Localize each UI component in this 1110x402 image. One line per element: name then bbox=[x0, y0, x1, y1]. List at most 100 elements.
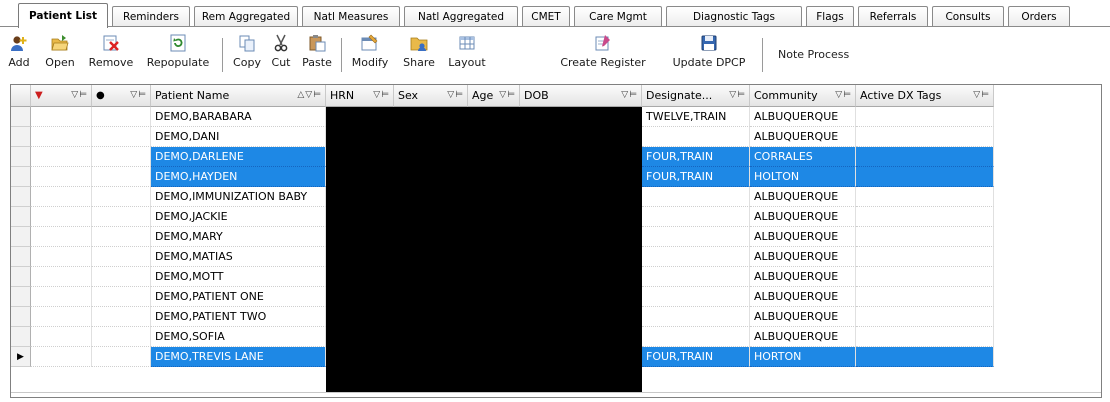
alert-cell[interactable] bbox=[92, 307, 151, 327]
designated-provider-cell[interactable] bbox=[642, 227, 750, 247]
filter-pin-icon[interactable]: ▽⊨ bbox=[621, 90, 638, 100]
alert-column-header[interactable]: ● ▽⊨ bbox=[92, 85, 151, 107]
active-dx-tags-cell[interactable] bbox=[856, 307, 994, 327]
create-register-button[interactable]: Create Register bbox=[560, 30, 653, 76]
tab-flags[interactable]: Flags bbox=[806, 6, 854, 27]
alert-cell[interactable] bbox=[92, 227, 151, 247]
flag-cell[interactable] bbox=[31, 127, 92, 147]
designated-provider-cell[interactable]: FOUR,TRAIN bbox=[642, 167, 750, 187]
tab-care-mgmt[interactable]: Care Mgmt bbox=[574, 6, 662, 27]
designated-provider-cell[interactable] bbox=[642, 187, 750, 207]
flag-cell[interactable] bbox=[31, 187, 92, 207]
flag-cell[interactable] bbox=[31, 327, 92, 347]
patient-name-cell[interactable]: DEMO,MARY bbox=[151, 227, 326, 247]
tab-natl-aggregated[interactable]: Natl Aggregated bbox=[404, 6, 518, 27]
row-indicator[interactable] bbox=[11, 267, 31, 287]
patient-name-cell[interactable]: DEMO,HAYDEN bbox=[151, 167, 326, 187]
alert-cell[interactable] bbox=[92, 207, 151, 227]
active-dx-tags-cell[interactable] bbox=[856, 107, 994, 127]
note-process-button[interactable]: Note Process bbox=[778, 48, 849, 61]
row-indicator[interactable] bbox=[11, 287, 31, 307]
column-header-community[interactable]: Community ▽⊨ bbox=[750, 85, 856, 107]
community-cell[interactable]: CORRALES bbox=[750, 147, 856, 167]
active-dx-tags-cell[interactable] bbox=[856, 287, 994, 307]
designated-provider-cell[interactable] bbox=[642, 267, 750, 287]
patient-name-cell[interactable]: DEMO,IMMUNIZATION BABY bbox=[151, 187, 326, 207]
filter-pin-icon[interactable]: ▽⊨ bbox=[373, 90, 390, 100]
alert-cell[interactable] bbox=[92, 147, 151, 167]
alert-cell[interactable] bbox=[92, 287, 151, 307]
designated-provider-cell[interactable] bbox=[642, 287, 750, 307]
row-indicator[interactable] bbox=[11, 127, 31, 147]
row-indicator[interactable] bbox=[11, 147, 31, 167]
row-indicator[interactable] bbox=[11, 207, 31, 227]
column-header-dob[interactable]: DOB ▽⊨ bbox=[520, 85, 642, 107]
tab-natl-measures[interactable]: Natl Measures bbox=[302, 6, 400, 27]
modify-button[interactable]: Modify bbox=[347, 30, 393, 76]
active-dx-tags-cell[interactable] bbox=[856, 247, 994, 267]
patient-name-cell[interactable]: DEMO,MOTT bbox=[151, 267, 326, 287]
row-indicator[interactable] bbox=[11, 107, 31, 127]
active-dx-tags-cell[interactable] bbox=[856, 167, 994, 187]
repopulate-button[interactable]: Repopulate bbox=[142, 30, 214, 76]
active-dx-tags-cell[interactable] bbox=[856, 227, 994, 247]
patient-name-cell[interactable]: DEMO,DARLENE bbox=[151, 147, 326, 167]
flag-cell[interactable] bbox=[31, 167, 92, 187]
community-cell[interactable]: HOLTON bbox=[750, 167, 856, 187]
row-indicator[interactable] bbox=[11, 307, 31, 327]
row-indicator[interactable] bbox=[11, 167, 31, 187]
column-header-designated[interactable]: Designate... ▽⊨ bbox=[642, 85, 750, 107]
community-cell[interactable]: ALBUQUERQUE bbox=[750, 307, 856, 327]
alert-cell[interactable] bbox=[92, 347, 151, 367]
community-cell[interactable]: ALBUQUERQUE bbox=[750, 127, 856, 147]
current-row-indicator[interactable]: ▶ bbox=[11, 347, 31, 367]
alert-cell[interactable] bbox=[92, 187, 151, 207]
cut-button[interactable]: Cut bbox=[269, 30, 293, 76]
flag-cell[interactable] bbox=[31, 207, 92, 227]
tab-rem-aggregated[interactable]: Rem Aggregated bbox=[194, 6, 298, 27]
active-dx-tags-cell[interactable] bbox=[856, 207, 994, 227]
tab-diagnostic-tags[interactable]: Diagnostic Tags bbox=[666, 6, 802, 27]
alert-cell[interactable] bbox=[92, 327, 151, 347]
community-cell[interactable]: ALBUQUERQUE bbox=[750, 107, 856, 127]
filter-pin-icon[interactable]: ▽⊨ bbox=[835, 90, 852, 100]
flag-cell[interactable] bbox=[31, 147, 92, 167]
tab-referrals[interactable]: Referrals bbox=[858, 6, 928, 27]
designated-provider-cell[interactable]: FOUR,TRAIN bbox=[642, 147, 750, 167]
alert-cell[interactable] bbox=[92, 247, 151, 267]
tab-orders[interactable]: Orders bbox=[1008, 6, 1070, 27]
community-cell[interactable]: ALBUQUERQUE bbox=[750, 287, 856, 307]
designated-provider-cell[interactable]: TWELVE,TRAIN bbox=[642, 107, 750, 127]
community-cell[interactable]: ALBUQUERQUE bbox=[750, 227, 856, 247]
filter-pin-icon[interactable]: ▽⊨ bbox=[71, 90, 88, 100]
designated-provider-cell[interactable] bbox=[642, 247, 750, 267]
column-header-sex[interactable]: Sex ▽⊨ bbox=[394, 85, 468, 107]
active-dx-tags-cell[interactable] bbox=[856, 267, 994, 287]
flag-cell[interactable] bbox=[31, 227, 92, 247]
community-cell[interactable]: ALBUQUERQUE bbox=[750, 187, 856, 207]
row-indicator[interactable] bbox=[11, 247, 31, 267]
community-cell[interactable]: ALBUQUERQUE bbox=[750, 267, 856, 287]
open-button[interactable]: Open bbox=[40, 30, 80, 76]
patient-name-cell[interactable]: DEMO,PATIENT TWO bbox=[151, 307, 326, 327]
layout-button[interactable]: Layout bbox=[443, 30, 491, 76]
tab-reminders[interactable]: Reminders bbox=[112, 6, 190, 27]
patient-name-cell[interactable]: DEMO,BARABARA bbox=[151, 107, 326, 127]
flag-cell[interactable] bbox=[31, 267, 92, 287]
add-button[interactable]: Add bbox=[4, 30, 34, 76]
row-indicator[interactable] bbox=[11, 187, 31, 207]
flag-column-header[interactable]: ▼ ▽⊨ bbox=[31, 85, 92, 107]
share-button[interactable]: Share bbox=[399, 30, 439, 76]
flag-cell[interactable] bbox=[31, 107, 92, 127]
designated-provider-cell[interactable] bbox=[642, 307, 750, 327]
patient-grid[interactable]: ▼ ▽⊨ ● ▽⊨ Patient Name △▽⊨ HRN ▽⊨ Sex ▽⊨… bbox=[10, 84, 1102, 398]
remove-button[interactable]: Remove bbox=[86, 30, 136, 76]
designated-provider-cell[interactable] bbox=[642, 127, 750, 147]
column-header-patient-name[interactable]: Patient Name △▽⊨ bbox=[151, 85, 326, 107]
active-dx-tags-cell[interactable] bbox=[856, 327, 994, 347]
tab-consults[interactable]: Consults bbox=[932, 6, 1004, 27]
designated-provider-cell[interactable] bbox=[642, 327, 750, 347]
alert-cell[interactable] bbox=[92, 167, 151, 187]
flag-cell[interactable] bbox=[31, 287, 92, 307]
patient-name-cell[interactable]: DEMO,MATIAS bbox=[151, 247, 326, 267]
